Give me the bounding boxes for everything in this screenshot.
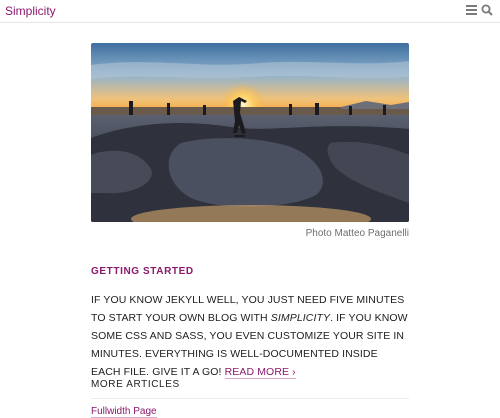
divider xyxy=(91,398,409,399)
more-articles-heading: MORE ARTICLES xyxy=(91,379,180,390)
post-title[interactable]: GETTING STARTED xyxy=(91,266,194,277)
article-link-fullwidth-page[interactable]: Fullwidth Page xyxy=(91,406,157,418)
site-title[interactable]: Simplicity xyxy=(5,4,56,18)
menu-icon[interactable] xyxy=(466,5,477,16)
post-excerpt: IF YOU KNOW JEKYLL WELL, YOU JUST NEED F… xyxy=(91,291,409,381)
post-excerpt-emphasis: SIMPLICITY xyxy=(270,312,331,324)
hero-image-caption: Photo Matteo Paganelli xyxy=(305,228,409,239)
read-more-link[interactable]: READ MORE › xyxy=(224,366,296,379)
hero-image xyxy=(91,43,409,222)
top-navigation-bar: Simplicity xyxy=(0,0,500,23)
search-icon[interactable] xyxy=(481,4,493,16)
